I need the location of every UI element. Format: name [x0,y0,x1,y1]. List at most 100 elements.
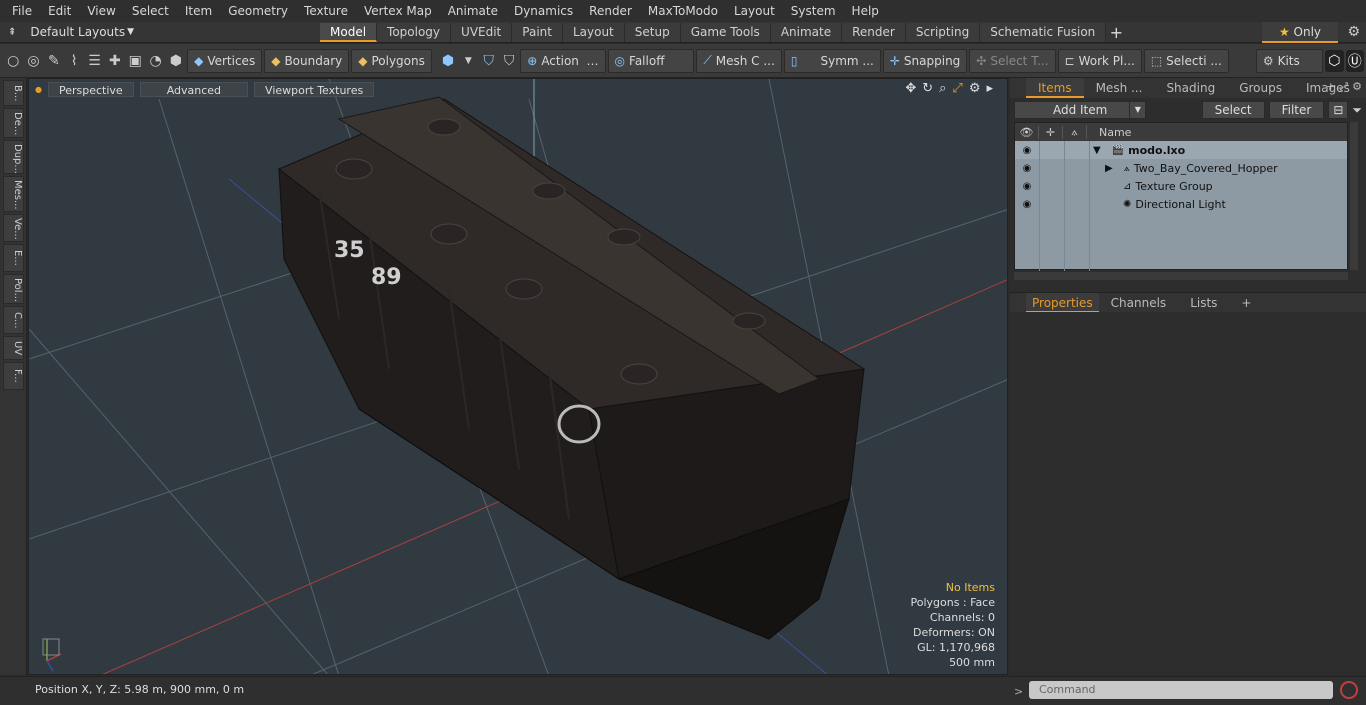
tab-animate[interactable]: Animate [770,22,843,42]
menu-texture[interactable]: Texture [296,0,356,22]
menu-help[interactable]: Help [844,0,887,22]
pan-icon[interactable]: ✥ [905,81,916,96]
tree-horizontal-scrollbar[interactable] [1014,272,1348,280]
layout-selector[interactable]: ⇞ Default Layouts ▼ [0,22,320,43]
tree-row-light[interactable]: ◉ ✺ Directional Light [1015,195,1347,213]
tab-channels[interactable]: Channels [1099,293,1179,313]
strip-basic[interactable]: B... [3,80,24,106]
tab-paint[interactable]: Paint [512,22,563,42]
snapping-button[interactable]: ✛ Snapping [882,48,968,73]
tree-row-texture-group[interactable]: ◉ ⊿ Texture Group [1015,177,1347,195]
maximize-icon[interactable]: ⤢ [952,81,962,96]
tab-uvedit[interactable]: UVEdit [451,22,513,42]
item-mode-icon[interactable]: ⬢ [167,50,185,72]
menu-vertex-map[interactable]: Vertex Map [356,0,440,22]
boundary-button[interactable]: ◆ Boundary [264,48,350,73]
menu-dynamics[interactable]: Dynamics [506,0,581,22]
menu-system[interactable]: System [783,0,844,22]
menu-render[interactable]: Render [581,0,640,22]
render-column-icon[interactable]: ⟑ [1063,125,1087,139]
kits-button[interactable]: ⚙ Kits [1255,48,1324,73]
polygons-button[interactable]: ◆ Polygons [351,48,432,73]
panel-gear-icon[interactable]: ⚙ [1352,80,1362,94]
tab-schematic-fusion[interactable]: Schematic Fusion [980,22,1107,42]
rotate-icon[interactable]: ↻ [922,81,933,96]
zoom-icon[interactable]: ⌕ [939,81,946,96]
viewport-gear-icon[interactable]: ⚙ [969,81,981,96]
pen-icon[interactable]: ✎ [45,50,63,72]
only-button[interactable]: ★ Only [1262,22,1338,43]
unity-icon[interactable]: ⬡ [1325,49,1344,72]
3d-viewport[interactable]: 35 89 ● Perspective Advanced Viewport Te… [28,78,1008,675]
tab-shading[interactable]: Shading [1154,78,1227,98]
panel-maximize-icon[interactable]: ⤢ [1339,80,1348,94]
unreal-icon[interactable]: Ⓤ [1345,49,1364,72]
strip-edge[interactable]: E... [3,244,24,272]
brush-icon[interactable]: ⌇ [65,50,83,72]
select-button[interactable]: Select [1201,101,1265,119]
circle-select-icon[interactable]: ○ [4,50,22,72]
select-through-button[interactable]: ✣ Select T... [969,48,1056,73]
viewport-advanced-button[interactable]: Advanced [139,81,249,97]
symmetry-button[interactable]: ▯ Symm ... [783,48,881,73]
add-props-tab-icon[interactable]: + [1229,293,1263,313]
tab-game-tools[interactable]: Game Tools [680,22,771,42]
name-column-header[interactable]: Name [1087,126,1131,139]
menu-file[interactable]: File [4,0,40,22]
eye-icon[interactable]: ◉ [1015,145,1039,156]
shield-icon[interactable]: ⛉ [500,50,518,72]
symmetry-shield-icon[interactable]: ⛉ [480,50,498,72]
falloff-button[interactable]: ◎ Falloff [607,48,695,73]
menu-view[interactable]: View [79,0,123,22]
strip-duplicate[interactable]: Dup... [3,140,24,174]
menu-item[interactable]: Item [177,0,220,22]
lock-column-icon[interactable]: ✛ [1039,125,1063,139]
strip-mesh-edit[interactable]: Mes... [3,176,24,212]
strip-deform[interactable]: De... [3,108,24,138]
material-icon[interactable]: ⬢ [439,50,457,72]
globe-icon[interactable]: ◎ [24,50,42,72]
strip-vertex[interactable]: Ve... [3,214,24,242]
add-item-button[interactable]: Add Item ▼ [1014,101,1147,119]
expand-arrow-icon[interactable]: ▼ [1093,145,1101,156]
strip-uv[interactable]: UV [3,336,24,360]
selection-sets-button[interactable]: ⬚ Selecti ... [1143,48,1229,73]
strip-fusion[interactable]: F... [3,362,24,390]
gear-icon[interactable]: ⚙ [1347,24,1360,40]
viewport-textures-button[interactable]: Viewport Textures [254,81,375,97]
eye-icon[interactable]: ◉ [1015,199,1039,210]
menu-edit[interactable]: Edit [40,0,79,22]
tab-model[interactable]: Model [320,22,378,42]
viewport-perspective-button[interactable]: Perspective [47,81,134,97]
action-center-button[interactable]: ⊕ Action … [520,48,606,73]
expand-arrow-icon[interactable]: ▸ [986,81,993,96]
add-panel-tab-icon[interactable]: + [1326,80,1335,94]
tab-lists[interactable]: Lists [1178,293,1229,313]
eye-icon[interactable]: ◉ [1015,163,1039,174]
tab-items[interactable]: Items [1026,78,1084,98]
eye-icon[interactable]: ◉ [1015,181,1039,192]
tree-row-mesh[interactable]: ◉ ▶ ⟑ Two_Bay_Covered_Hopper [1015,159,1347,177]
filter-button[interactable]: Filter [1268,101,1325,119]
tab-topology[interactable]: Topology [377,22,452,42]
frame-icon[interactable]: ▣ [126,50,144,72]
visibility-column-icon[interactable]: 👁 [1015,125,1039,139]
menu-geometry[interactable]: Geometry [220,0,296,22]
menu-animate[interactable]: Animate [440,0,506,22]
funnel-icon[interactable]: ⏷ [1352,103,1362,118]
menu-maxtomodo[interactable]: MaxToModo [640,0,726,22]
tree-row-scene[interactable]: ◉ ▼ 🎬 modo.lxo [1015,141,1347,159]
work-plane-button[interactable]: ⊏ Work Pl... [1057,48,1142,73]
tab-mesh[interactable]: Mesh ... [1084,78,1155,98]
tab-setup[interactable]: Setup [624,22,681,42]
radial-icon[interactable]: ◔ [146,50,164,72]
chevron-down-icon[interactable]: ▼ [459,50,477,72]
tab-groups[interactable]: Groups [1227,78,1294,98]
tab-render[interactable]: Render [842,22,906,42]
menu-layout[interactable]: Layout [726,0,783,22]
tab-properties[interactable]: Properties [1026,292,1099,313]
collapse-arrow-icon[interactable]: ▶ [1105,163,1113,174]
tab-scripting[interactable]: Scripting [905,22,981,42]
center-icon[interactable]: ✚ [106,50,124,72]
mesh-constraints-button[interactable]: ⟋ Mesh C ... [696,48,782,73]
